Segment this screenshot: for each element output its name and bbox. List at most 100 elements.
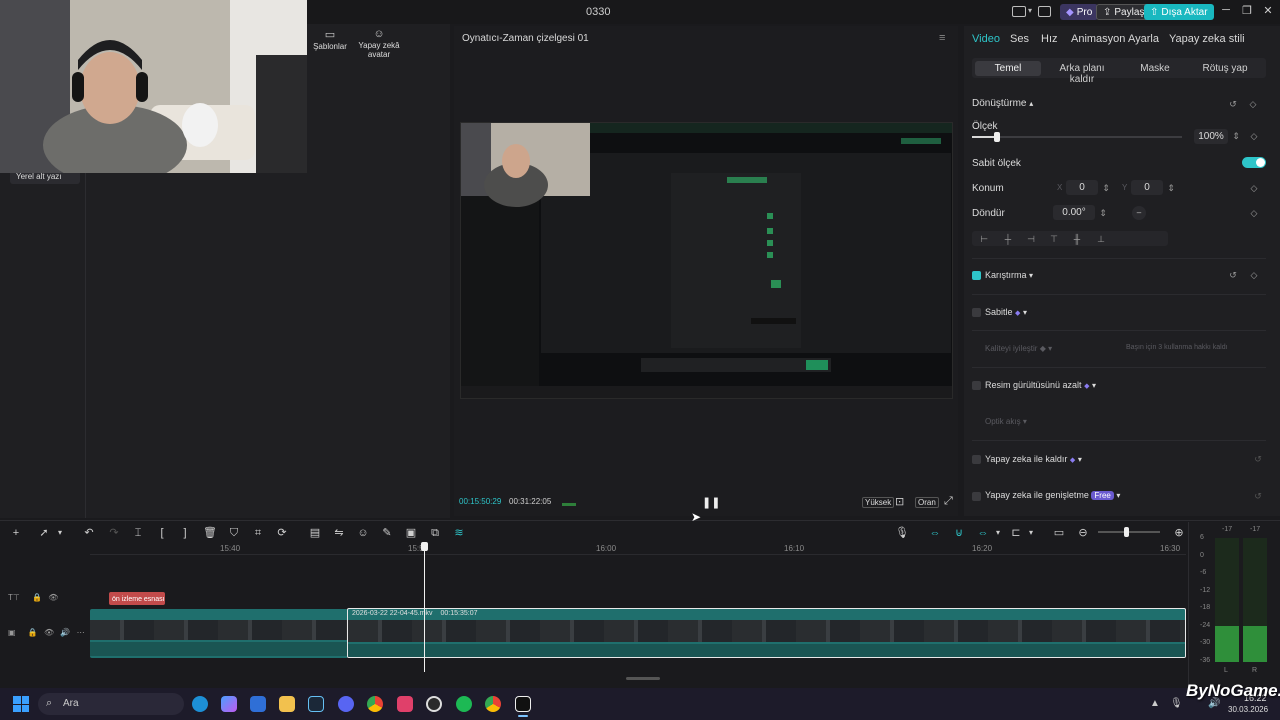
snap-icon[interactable]: ⇔ [976,526,990,540]
scale-value[interactable]: 100% [1194,129,1228,144]
obs-icon[interactable] [426,696,442,712]
tab-audio[interactable]: Ses [1010,33,1029,45]
chevron-down-icon[interactable]: ▾ [53,526,67,540]
pro-button[interactable]: ◆ Pro [1060,4,1099,20]
microphone-icon[interactable]: 🎙 [895,526,909,540]
fullscreen-icon[interactable]: ⤢ [944,495,953,508]
pos-x-input[interactable]: 0 [1066,180,1098,195]
screenshot-icon[interactable]: ⊡ [895,495,904,508]
lock-icon[interactable]: 🔒 [28,628,38,637]
person-icon[interactable]: ☺ [356,526,370,540]
subtab-mask[interactable]: Maske [1130,63,1180,74]
redo-icon[interactable]: ↷ [107,526,121,540]
tray-chevron-icon[interactable]: ▲ [1150,698,1160,709]
align-bottom-icon[interactable]: ⊥ [1096,234,1106,244]
chevron-down-icon[interactable]: ▾ [1024,526,1038,540]
video-clip-left[interactable] [90,609,348,658]
ratio-button[interactable]: Oran [915,497,939,508]
audio-wave-icon[interactable]: ≋ [452,526,466,540]
preview-axis-icon[interactable]: ⊏ [1009,526,1023,540]
spotify-icon[interactable] [456,696,472,712]
windows-start-icon[interactable] [13,696,29,712]
blend-header[interactable]: Karıştırma ▾ [985,270,1033,280]
ai-remove-header[interactable]: Yapay zeka ile kaldır ◆ ▾ [985,454,1082,464]
store-icon[interactable] [250,696,266,712]
ai-remove-checkbox[interactable] [972,455,981,464]
transform-header[interactable]: Dönüştürme ▴ [972,98,1033,109]
pos-x-stepper-icon[interactable]: ⇕ [1101,183,1111,193]
edge-icon[interactable] [192,696,208,712]
mirror-icon[interactable]: ⇋ [332,526,346,540]
speaker-icon[interactable]: 🔊 [60,628,70,637]
caption-box-icon[interactable]: ▭ [1052,526,1066,540]
subtab-retouch[interactable]: Rötuş yap [1196,63,1254,74]
position-keyframe-icon[interactable]: ◇ [1249,183,1259,193]
scale-slider-knob[interactable] [994,132,1000,142]
keyframe-nav-icon[interactable]: ◇ [1248,99,1258,109]
video-clip-selected[interactable]: 2026-03-22 22-04-45.mkv 00:15:35:07 [347,608,1186,658]
tab-video[interactable]: Video [972,33,1000,45]
zoom-out-icon[interactable]: ⊖ [1076,526,1090,540]
ai-expand-header[interactable]: Yapay zeka ile genişletme Free ▾ [985,490,1120,500]
taskbar-search[interactable]: ⌕ Ara [38,693,184,715]
zoom-slider-knob[interactable] [1124,527,1129,537]
blend-keyframe-icon[interactable]: ◇ [1249,270,1259,280]
crop-icon[interactable]: ⌗ [251,526,265,540]
rotate-stepper-icon[interactable]: ⇕ [1098,208,1108,218]
caption-icon[interactable]: ▤ [308,526,322,540]
replace-icon[interactable]: ⧉ [428,526,442,540]
tiktok-icon[interactable] [397,696,413,712]
lock-icon[interactable]: 🔒 [32,593,42,602]
export-button[interactable]: ⇧ Dışa Aktar [1144,4,1214,20]
layout-icon[interactable] [1012,6,1026,17]
hd-icon[interactable]: ▣ [404,526,418,540]
shortcuts-icon[interactable] [1038,6,1051,17]
stepper-icon[interactable]: ⇕ [1231,131,1241,141]
magic-icon[interactable]: ✎ [380,526,394,540]
capcut-icon[interactable] [515,696,531,712]
ai-avatar-tab[interactable]: ☺ Yapay zekâ avatar [350,28,408,59]
scale-slider[interactable] [972,136,1182,138]
rotate-keyframe-icon[interactable]: ◇ [1249,208,1259,218]
align-right-icon[interactable]: ⊣ [1026,234,1036,244]
trim-right-icon[interactable]: ] [178,526,192,540]
maximize-icon[interactable]: ❐ [1239,4,1255,20]
timeline-scrollbar[interactable] [626,677,660,680]
eye-icon[interactable]: 👁 [44,628,54,637]
menu-icon[interactable]: ≡ [939,32,945,44]
denoise-header[interactable]: Resim gürültüsünü azalt ◆ ▾ [985,380,1096,390]
align-left-icon[interactable]: ⊢ [979,234,989,244]
folder-icon[interactable] [279,696,295,712]
playhead[interactable] [424,544,425,672]
select-tool-icon[interactable]: ➚ [37,526,51,540]
subtab-remove-bg[interactable]: Arka planı kaldır [1046,63,1118,85]
delete-icon[interactable]: 🗑 [203,526,217,540]
pos-y-input[interactable]: 0 [1131,180,1163,195]
chrome-alt-icon[interactable] [485,696,501,712]
text-clip[interactable]: ön izleme esnası [109,592,165,605]
undo-icon[interactable]: ↶ [82,526,96,540]
stabilize-header[interactable]: Sabitle ◆ ▾ [985,307,1027,317]
tab-adjust[interactable]: Ayarla [1128,33,1159,45]
playhead-handle[interactable] [421,542,428,551]
tab-animation[interactable]: Animasyon [1071,33,1125,45]
keyframe-icon[interactable]: ◇ [1249,131,1259,141]
ai-remove-reset-icon[interactable]: ↺ [1253,454,1263,464]
subtab-basic[interactable]: Temel [975,61,1041,76]
copilot-icon[interactable] [221,696,237,712]
stabilize-checkbox[interactable] [972,308,981,317]
chevron-down-icon[interactable]: ▾ [1028,6,1032,15]
steam-icon[interactable] [308,696,324,712]
zoom-in-icon[interactable]: ⊕ [1172,526,1186,540]
trim-left-icon[interactable]: [ [155,526,169,540]
split-icon[interactable]: ⌶ [131,526,145,540]
blend-checkbox[interactable] [972,271,981,280]
more-icon[interactable]: ⋯ [77,628,85,637]
tab-speed[interactable]: Hız [1041,33,1058,45]
transform-icon[interactable]: ⟳ [275,526,289,540]
eye-icon[interactable]: 👁 [48,593,58,602]
rotate-input[interactable]: 0.00° [1053,205,1095,220]
align-center-v-icon[interactable]: ╫ [1072,234,1082,244]
ai-expand-reset-icon[interactable]: ↺ [1253,491,1263,501]
zoom-slider[interactable] [1098,531,1160,533]
